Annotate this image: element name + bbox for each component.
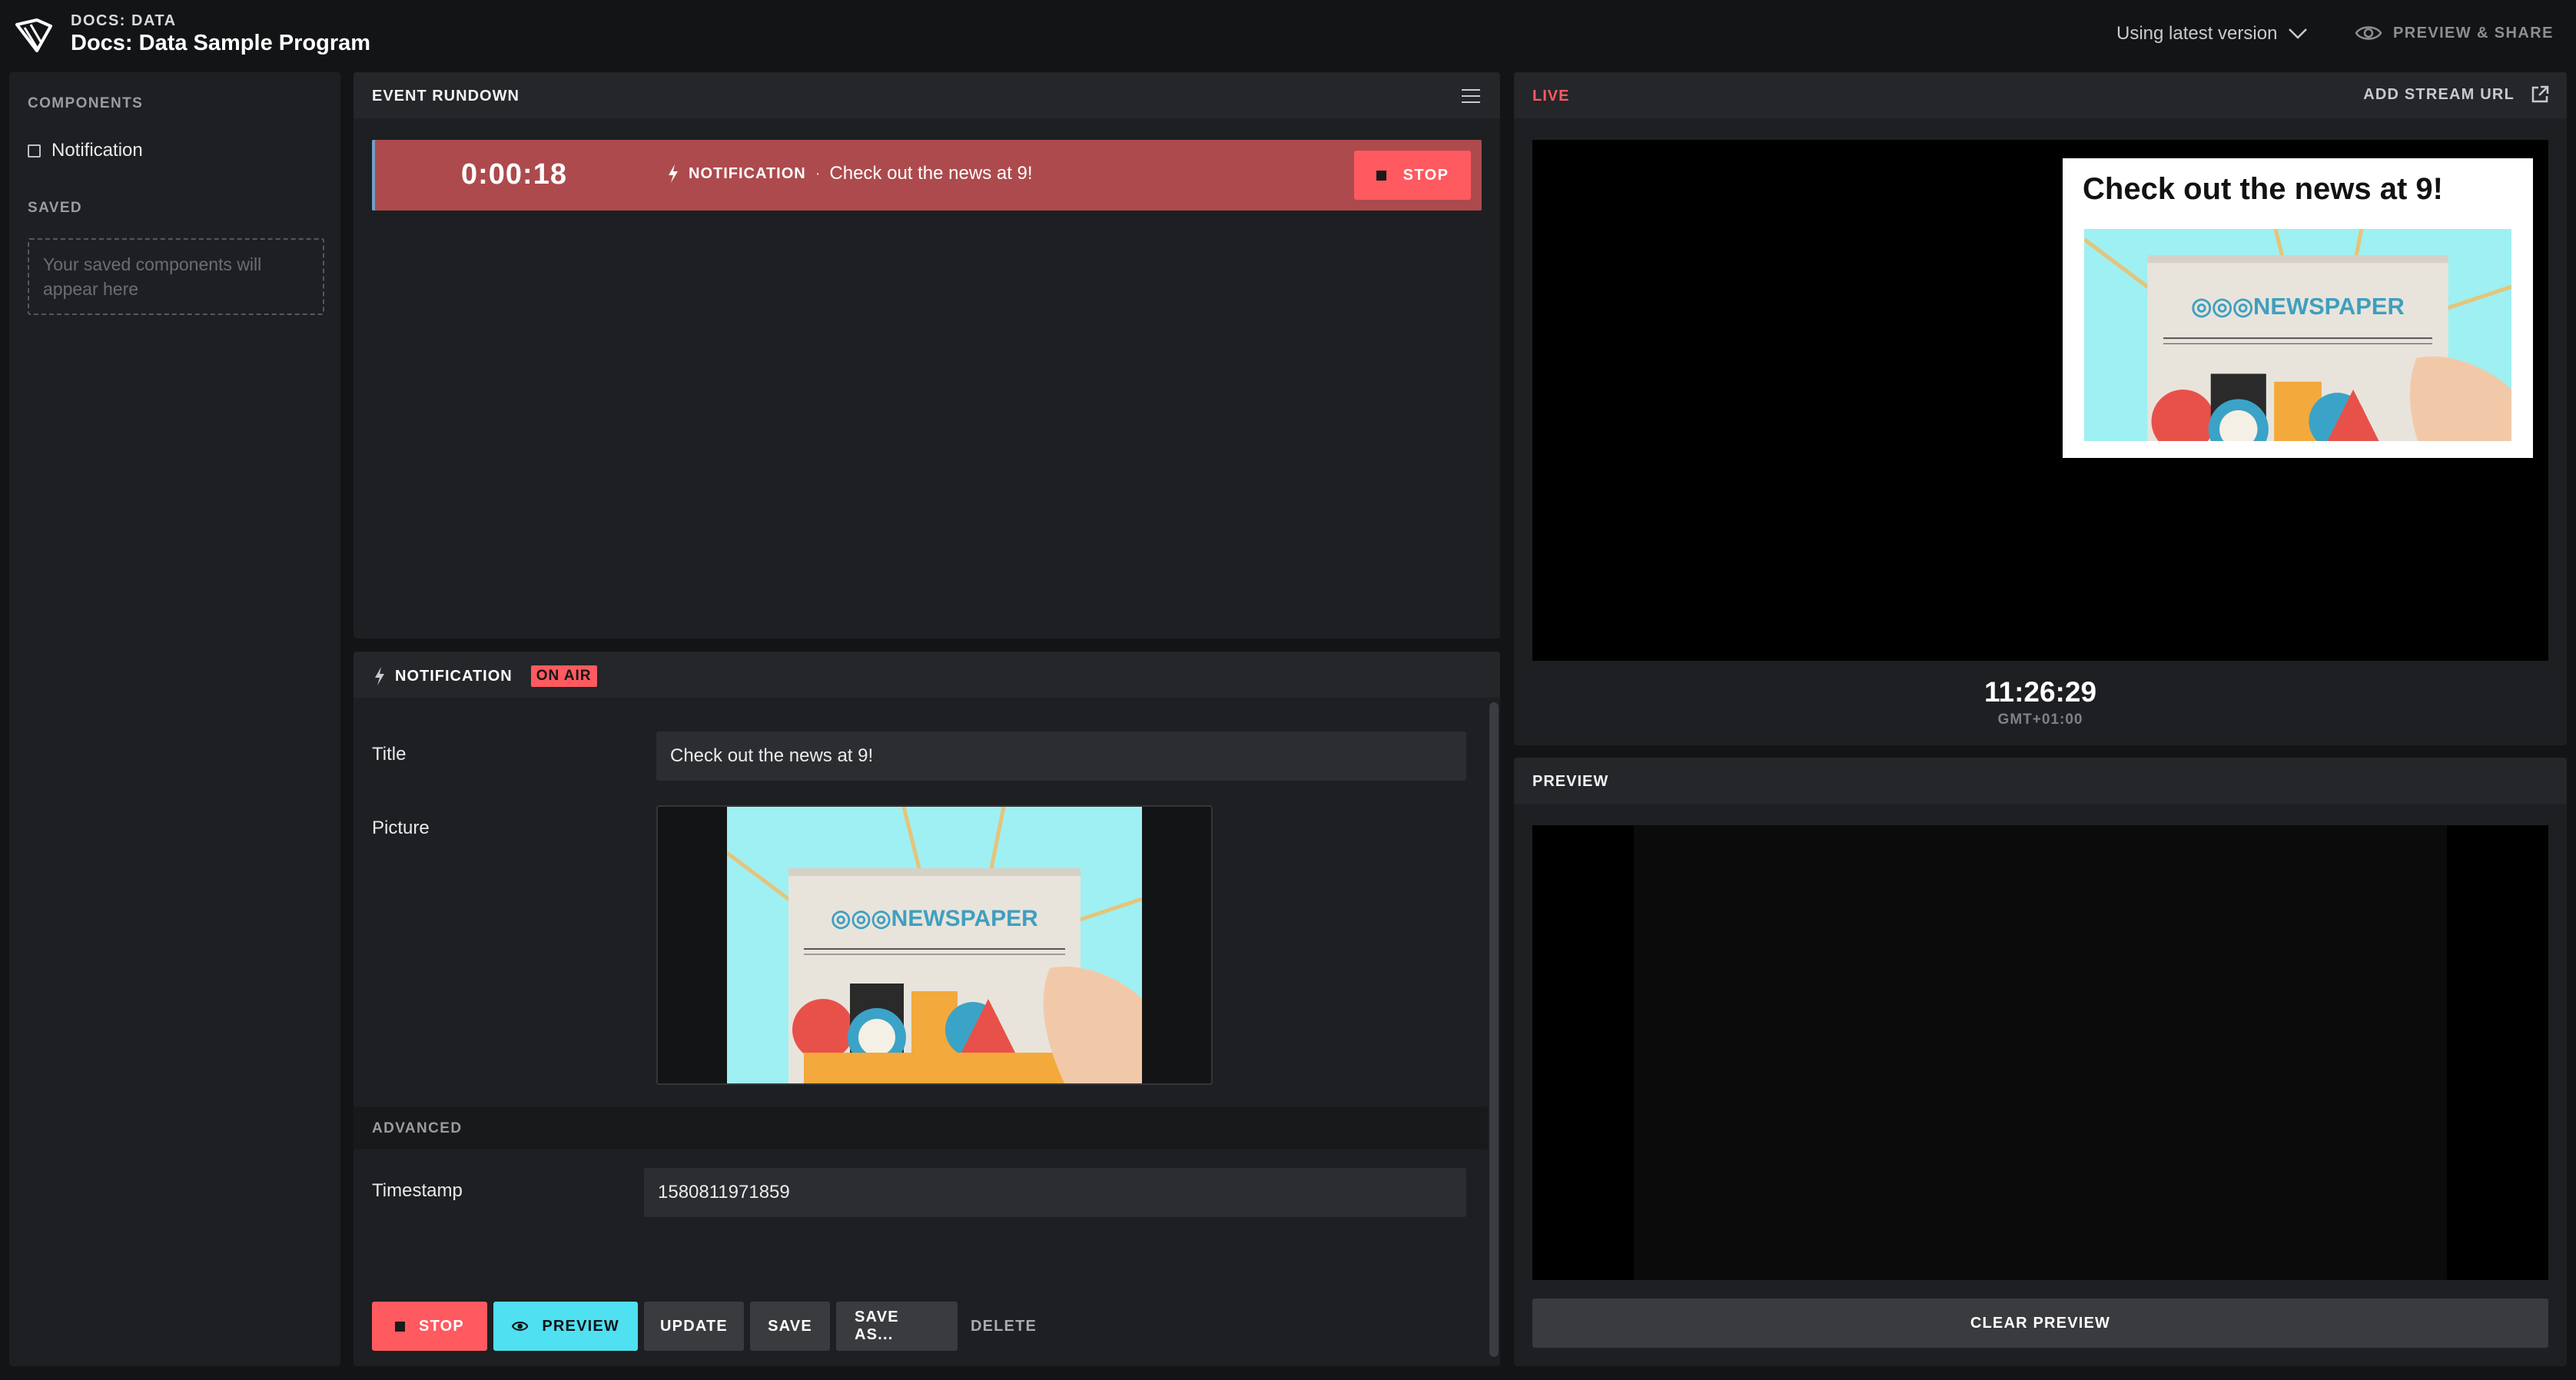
preview-header: PREVIEW [1514, 758, 2567, 804]
editor-actions: STOP PREVIEW UPDATE SAVE SAVE AS... DELE… [372, 1302, 1044, 1351]
rundown-item[interactable]: 0:00:18 NOTIFICATION · Check out the new… [372, 140, 1482, 211]
top-bar: DOCS: DATA Docs: Data Sample Program Usi… [0, 0, 2576, 71]
app-subtitle: DOCS: DATA [71, 12, 177, 29]
live-notification-overlay: Check out the news at 9! [2063, 158, 2533, 458]
stop-button-label: STOP [419, 1317, 464, 1335]
delete-button[interactable]: DELETE [964, 1302, 1044, 1351]
components-sidebar: COMPONENTS Notification SAVED Your saved… [9, 72, 340, 1366]
preview-button[interactable]: PREVIEW [493, 1302, 638, 1351]
hamburger-icon[interactable] [1462, 89, 1480, 103]
live-label: LIVE [1532, 88, 1570, 104]
app-title: Docs: Data Sample Program [71, 31, 371, 55]
component-item-notification[interactable]: Notification [28, 140, 143, 161]
event-rundown-panel: EVENT RUNDOWN 0:00:18 NOTIFICATION · Che… [354, 72, 1500, 639]
preview-button-label: PREVIEW [542, 1317, 619, 1335]
save-button[interactable]: SAVE [750, 1302, 830, 1351]
newspaper-picture [727, 807, 1142, 1085]
chevron-down-icon [2289, 28, 2308, 39]
external-link-icon [2531, 85, 2549, 103]
components-heading: COMPONENTS [28, 95, 144, 111]
overlay-picture [2084, 229, 2511, 441]
preview-panel: PREVIEW CLEAR PREVIEW [1514, 758, 2567, 1366]
component-editor-title: NOTIFICATION ON AIR [373, 665, 597, 687]
rundown-item-separator: · [815, 164, 821, 182]
title-field[interactable]: Check out the news at 9! [656, 731, 1466, 781]
version-selector[interactable]: Using latest version [2116, 23, 2308, 45]
rundown-item-label: NOTIFICATION · Check out the news at 9! [667, 163, 1033, 184]
stop-button[interactable]: STOP [372, 1302, 487, 1351]
clock-time: 11:26:29 [1983, 676, 2097, 708]
stop-square-icon [1376, 170, 1386, 181]
rundown-stop-label: STOP [1403, 166, 1449, 184]
preview-share-button[interactable]: PREVIEW & SHARE [2355, 23, 2554, 43]
clock-timezone: GMT+01:00 [1997, 712, 2083, 728]
preview-title: PREVIEW [1532, 773, 1609, 790]
stop-square-icon [395, 1321, 406, 1332]
checkbox-icon[interactable] [28, 144, 41, 158]
picture-field[interactable] [656, 805, 1213, 1085]
on-air-badge: ON AIR [530, 665, 597, 687]
save-as-button[interactable]: SAVE AS... [836, 1302, 958, 1351]
advanced-heading: ADVANCED [372, 1120, 463, 1136]
picture-field-label: Picture [372, 818, 430, 838]
live-panel: LIVE ADD STREAM URL Check out the news a… [1514, 72, 2567, 745]
editor-scrollbar[interactable] [1489, 702, 1499, 1357]
timestamp-field-label: Timestamp [372, 1180, 463, 1201]
overlay-title: Check out the news at 9! [2083, 172, 2443, 206]
update-button[interactable]: UPDATE [644, 1302, 744, 1351]
add-stream-url-label: ADD STREAM URL [2363, 85, 2515, 103]
title-field-label: Title [372, 744, 407, 765]
component-editor-header: NOTIFICATION ON AIR [354, 652, 1500, 698]
eye-icon [2355, 26, 2382, 40]
live-header: LIVE ADD STREAM URL [1514, 72, 2567, 118]
rundown-item-text: Check out the news at 9! [829, 163, 1033, 184]
live-output-screen: Check out the news at 9! [1532, 140, 2548, 661]
bolt-icon [669, 164, 678, 183]
rundown-stop-button[interactable]: STOP [1354, 151, 1471, 200]
timestamp-field[interactable]: 1580811971859 [644, 1168, 1466, 1217]
preview-screen [1532, 825, 2548, 1280]
app-logo-icon[interactable] [14, 17, 54, 54]
event-rundown-header: EVENT RUNDOWN [354, 72, 1500, 118]
preview-canvas [1634, 825, 2447, 1280]
preview-share-label: PREVIEW & SHARE [2393, 24, 2554, 41]
component-item-label: Notification [51, 140, 143, 161]
rundown-item-kind: NOTIFICATION [689, 164, 806, 182]
add-stream-url-button[interactable]: ADD STREAM URL [2363, 85, 2550, 104]
rundown-elapsed-time: 0:00:18 [461, 158, 567, 191]
saved-heading: SAVED [28, 200, 83, 216]
component-name: NOTIFICATION [395, 667, 513, 685]
advanced-section-header[interactable]: ADVANCED [354, 1106, 1488, 1149]
component-editor-panel: NOTIFICATION ON AIR Title Check out the … [354, 652, 1500, 1366]
clear-preview-button[interactable]: CLEAR PREVIEW [1532, 1299, 2548, 1348]
version-label: Using latest version [2116, 23, 2278, 44]
eye-icon [512, 1322, 529, 1331]
saved-components-dropzone: Your saved components will appear here [28, 238, 324, 315]
event-rundown-title: EVENT RUNDOWN [372, 88, 520, 104]
bolt-icon [375, 667, 384, 685]
